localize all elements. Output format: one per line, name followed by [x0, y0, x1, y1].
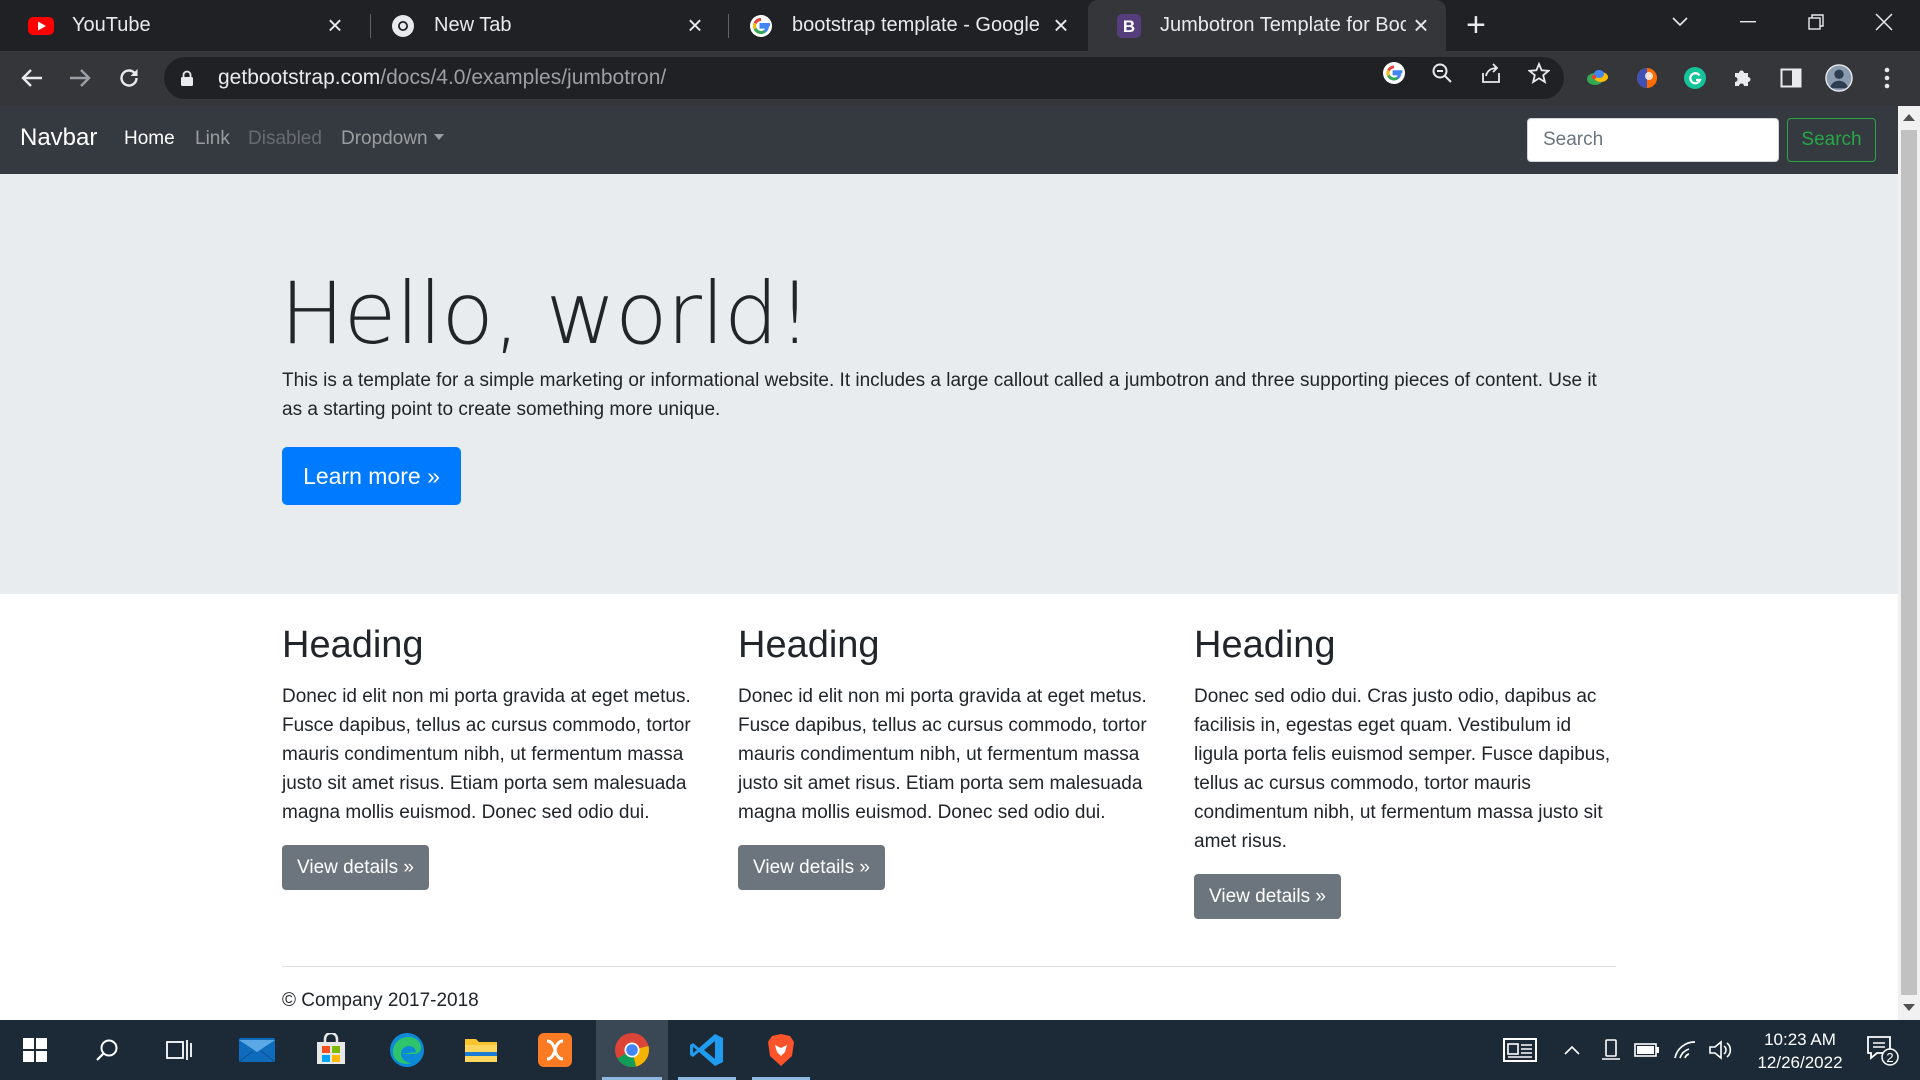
jumbotron-lead: This is a template for a simple marketin…: [282, 370, 1597, 420]
tab-strip: YouTube × New Tab × bootstrap template -…: [0, 0, 1920, 51]
chrome-taskbar-icon[interactable]: [596, 1020, 668, 1080]
profile-avatar[interactable]: [1825, 64, 1853, 92]
tab-title: New Tab: [434, 14, 512, 36]
svg-text:B: B: [1123, 17, 1135, 36]
view-details-button[interactable]: View details »: [1194, 874, 1341, 919]
back-arrow-icon[interactable]: [14, 60, 50, 96]
caret-down-icon: [433, 134, 444, 140]
extensions-puzzle-icon[interactable]: [1729, 64, 1757, 92]
footer-divider: [282, 966, 1616, 967]
scrollbar-thumb[interactable]: [1901, 130, 1917, 995]
nav-link-disabled: Disabled: [248, 128, 322, 149]
side-panel-icon[interactable]: [1777, 64, 1805, 92]
vscode-icon[interactable]: [672, 1020, 742, 1080]
brave-icon[interactable]: [746, 1020, 816, 1080]
tab-new-tab[interactable]: New Tab ×: [362, 0, 720, 51]
notification-count-badge: 2: [1886, 1050, 1893, 1065]
battery-icon[interactable]: [1632, 1020, 1662, 1080]
scroll-up-arrow-icon[interactable]: [1903, 114, 1915, 121]
content-column-3: Heading Donec sed odio dui. Cras justo o…: [1194, 624, 1614, 919]
windows-taskbar: 10:23 AM 12/26/2022 2: [0, 1020, 1920, 1080]
mail-icon[interactable]: [222, 1020, 292, 1080]
tab-youtube[interactable]: YouTube ×: [0, 0, 360, 51]
minimize-icon[interactable]: [1714, 0, 1782, 44]
column-heading: Heading: [1194, 624, 1336, 666]
clock-date: 12/26/2022: [1757, 1053, 1843, 1072]
youtube-icon: [28, 13, 54, 39]
google-lens-icon[interactable]: [1380, 59, 1408, 87]
column-heading: Heading: [282, 624, 424, 666]
view-details-button[interactable]: View details »: [738, 845, 885, 890]
kebab-menu-icon[interactable]: [1873, 64, 1901, 92]
close-icon[interactable]: ×: [320, 10, 350, 41]
wifi-icon[interactable]: [1670, 1020, 1700, 1080]
view-details-button[interactable]: View details »: [282, 845, 429, 890]
footer-copyright: © Company 2017-2018: [282, 990, 479, 1011]
search-icon[interactable]: [72, 1020, 142, 1080]
page-viewport: Navbar Home Link Disabled Dropdown Searc…: [0, 106, 1920, 1020]
notification-center-icon[interactable]: 2: [1858, 1020, 1906, 1080]
microsoft-store-icon[interactable]: [296, 1020, 366, 1080]
chrome-icon: [390, 13, 416, 39]
nav-dropdown-label: Dropdown: [341, 128, 428, 149]
column-text: Donec sed odio dui. Cras justo odio, dap…: [1194, 686, 1611, 852]
news-widget-icon[interactable]: [1492, 1020, 1548, 1080]
zoom-icon[interactable]: [1428, 59, 1456, 87]
share-icon[interactable]: [1477, 59, 1505, 87]
browser-toolbar: getbootstrap.com/docs/4.0/examples/jumbo…: [0, 51, 1920, 106]
nav-link-link[interactable]: Link: [195, 128, 230, 150]
jumbotron: Hello, world! This is a template for a s…: [0, 174, 1898, 594]
tab-search-chevron-icon[interactable]: [1646, 0, 1714, 44]
url-path: /docs/4.0/examples/jumbotron/: [380, 66, 667, 89]
url-domain: getbootstrap.com: [218, 66, 381, 89]
show-hidden-icons-chevron-icon[interactable]: [1560, 1020, 1584, 1080]
nav-link-home[interactable]: Home: [124, 128, 175, 150]
close-icon[interactable]: ×: [1046, 10, 1076, 41]
xampp-icon[interactable]: [520, 1020, 590, 1080]
edge-icon[interactable]: [372, 1020, 442, 1080]
column-heading: Heading: [738, 624, 880, 666]
search-input[interactable]: [1527, 118, 1779, 162]
grammarly-icon[interactable]: [1681, 64, 1709, 92]
tab-title: YouTube: [72, 14, 151, 36]
content-column-1: Heading Donec id elit non mi porta gravi…: [282, 624, 702, 890]
close-icon[interactable]: ×: [680, 10, 710, 41]
scroll-down-arrow-icon[interactable]: [1903, 1004, 1915, 1011]
task-view-icon[interactable]: [144, 1020, 214, 1080]
jumbotron-heading: Hello, world!: [280, 264, 812, 364]
device-icon[interactable]: [1596, 1020, 1626, 1080]
vertical-scrollbar[interactable]: [1898, 106, 1920, 1020]
column-text: Donec id elit non mi porta gravida at eg…: [282, 686, 691, 823]
tab-jumbotron[interactable]: B Jumbotron Template for Bootstra ×: [1088, 0, 1446, 51]
start-icon[interactable]: [0, 1020, 70, 1080]
new-tab-icon[interactable]: +: [1466, 6, 1486, 45]
close-icon[interactable]: ×: [1406, 10, 1436, 41]
tab-title: bootstrap template - Google Sea: [792, 14, 1046, 36]
bootstrap-navbar: Navbar Home Link Disabled Dropdown Searc…: [0, 106, 1898, 174]
navbar-brand[interactable]: Navbar: [20, 124, 97, 152]
file-explorer-icon[interactable]: [446, 1020, 516, 1080]
address-bar[interactable]: getbootstrap.com/docs/4.0/examples/jumbo…: [164, 57, 1564, 99]
restore-icon[interactable]: [1782, 0, 1850, 44]
url-text: getbootstrap.com/docs/4.0/examples/jumbo…: [218, 66, 666, 90]
lock-icon[interactable]: [180, 70, 194, 86]
content-column-2: Heading Donec id elit non mi porta gravi…: [738, 624, 1158, 890]
close-window-icon[interactable]: [1850, 0, 1918, 44]
tab-google-search[interactable]: bootstrap template - Google Sea ×: [720, 0, 1086, 51]
clock-time: 10:23 AM: [1764, 1030, 1836, 1049]
search-button[interactable]: Search: [1787, 118, 1876, 162]
bookmark-star-icon[interactable]: [1525, 59, 1553, 87]
extension-colorful-icon[interactable]: [1584, 64, 1612, 92]
google-icon: [748, 13, 774, 39]
taskbar-clock[interactable]: 10:23 AM 12/26/2022: [1730, 1028, 1870, 1074]
forward-arrow-icon[interactable]: [62, 60, 98, 96]
nav-dropdown[interactable]: Dropdown: [341, 128, 444, 150]
extension-sphere-icon[interactable]: [1633, 64, 1661, 92]
column-text: Donec id elit non mi porta gravida at eg…: [738, 686, 1147, 823]
tab-title: Jumbotron Template for Bootstra: [1160, 14, 1406, 36]
learn-more-button[interactable]: Learn more »: [282, 447, 461, 505]
bootstrap-icon: B: [1116, 13, 1142, 39]
reload-icon[interactable]: [111, 60, 147, 96]
